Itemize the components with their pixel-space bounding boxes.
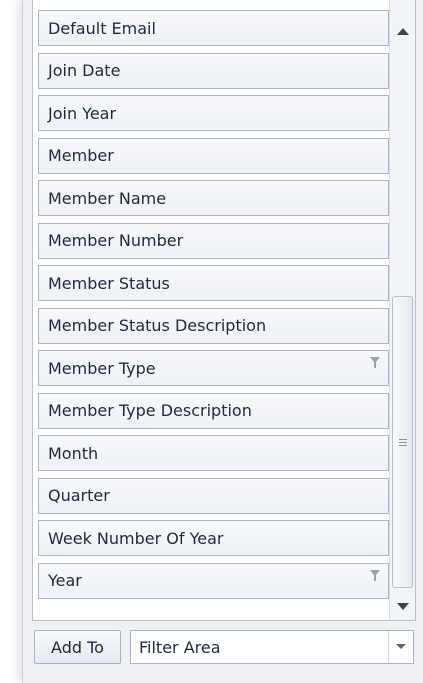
field-item[interactable]: Join Year xyxy=(38,95,389,131)
grip-icon xyxy=(398,437,407,448)
field-item-label: Join Year xyxy=(48,103,117,123)
field-item[interactable]: Month xyxy=(38,435,389,471)
field-list-frame: Default Email Join Date Join Year Member Mem… xyxy=(32,0,416,621)
funnel-icon[interactable] xyxy=(370,569,380,582)
scroll-down-button[interactable] xyxy=(390,596,415,618)
chevron-down-icon xyxy=(396,644,406,649)
field-item[interactable]: Year xyxy=(38,562,389,599)
target-area-value: Filter Area xyxy=(139,637,221,657)
field-item[interactable]: Quarter xyxy=(38,477,389,514)
field-item-label: Member Name xyxy=(48,188,167,208)
field-item[interactable]: Week Number Of Year xyxy=(38,520,389,556)
field-item-label: Month xyxy=(48,443,99,463)
field-item[interactable]: Member Status xyxy=(38,265,389,301)
arrow-down-icon xyxy=(396,603,409,610)
field-item-label: Member Type Description xyxy=(48,401,252,420)
bottom-bar: Add To Filter Area xyxy=(32,628,414,666)
arrow-up-icon xyxy=(396,28,409,35)
area-dropdown-button[interactable] xyxy=(388,631,413,663)
field-item-label: Week Number Of Year xyxy=(48,528,224,548)
field-item-label: Member xyxy=(48,146,114,165)
add-to-button[interactable]: Add To xyxy=(34,630,121,664)
scroll-up-button[interactable] xyxy=(390,20,415,42)
field-item-label: Member Status xyxy=(48,273,170,293)
field-item[interactable]: Join Date xyxy=(38,52,389,89)
funnel-icon[interactable] xyxy=(370,357,380,369)
field-item-label: Member Number xyxy=(48,231,184,250)
field-list: Default Email Join Date Join Year Member Mem… xyxy=(38,10,389,605)
field-item[interactable]: Member Type xyxy=(38,350,389,386)
field-item[interactable]: Default Email xyxy=(38,10,389,46)
field-item-label: Member Status Description xyxy=(48,316,267,335)
field-item-label: Member Type xyxy=(48,358,156,378)
field-item[interactable]: Member Status Description xyxy=(38,307,389,344)
vertical-scrollbar[interactable] xyxy=(389,0,415,620)
field-item-label: Join Date xyxy=(48,61,121,80)
field-list-panel: Default Email Join Date Join Year Member Mem… xyxy=(22,0,423,683)
field-item[interactable]: Member Number xyxy=(38,222,389,259)
add-to-label: Add To xyxy=(51,637,104,657)
field-item[interactable]: Member Name xyxy=(38,180,389,216)
scroll-thumb[interactable] xyxy=(392,296,413,588)
target-area-select[interactable]: Filter Area xyxy=(130,630,414,664)
field-item[interactable]: Member Type Description xyxy=(38,392,389,429)
field-item[interactable]: Member xyxy=(38,137,389,174)
field-item-label: Default Email xyxy=(48,18,156,38)
field-item-label: Year xyxy=(48,571,82,590)
field-item-label: Quarter xyxy=(48,486,110,505)
